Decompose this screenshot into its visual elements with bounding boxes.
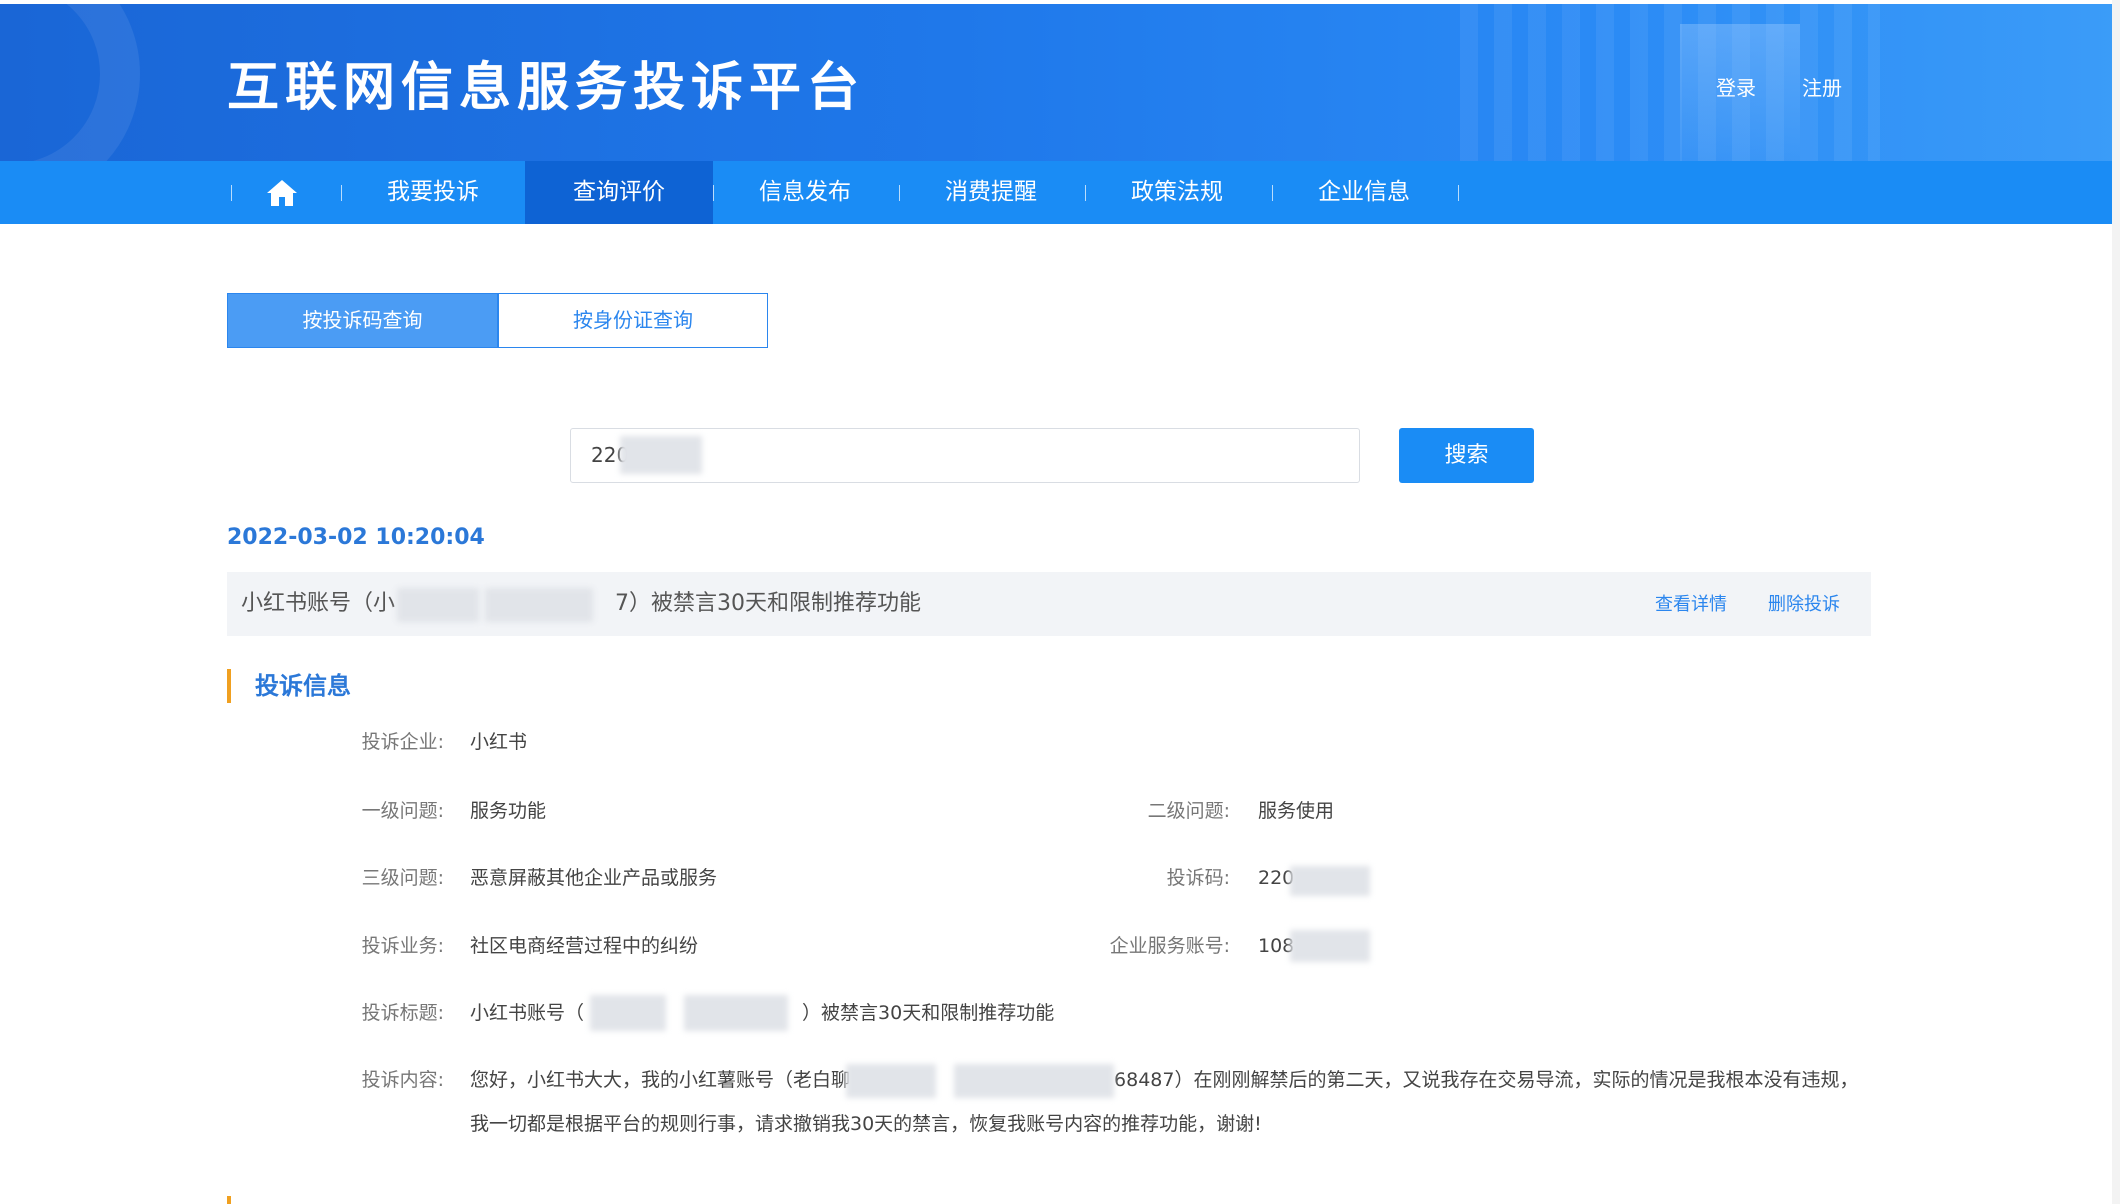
nav-item-query[interactable]: 查询评价	[525, 161, 713, 224]
redaction-blur	[954, 1064, 1114, 1098]
value-level3: 恶意屏蔽其他企业产品或服务	[470, 867, 718, 889]
delete-complaint-link[interactable]: 删除投诉	[1768, 592, 1840, 618]
label-level1: 一级问题:	[361, 800, 444, 822]
nav-separator	[231, 185, 232, 201]
value-content-line1-prefix: 您好，小红书大大，我的小红薯账号（老白聊	[470, 1069, 851, 1091]
nav-item-complain[interactable]: 我要投诉	[357, 161, 509, 224]
nav-item-policy[interactable]: 政策法规	[1101, 161, 1253, 224]
result-title-suffix: 7）被禁言30天和限制推荐功能	[615, 591, 922, 616]
value-content-line1-suffix: 68487）在刚刚解禁后的第二天，又说我存在交易导流，实际的情况是我根本没有违规…	[1114, 1069, 1859, 1091]
redaction-blur	[684, 995, 788, 1031]
label-business: 投诉业务:	[361, 935, 444, 957]
label-company: 投诉企业:	[361, 731, 444, 753]
nav-separator	[1458, 185, 1459, 201]
register-link[interactable]: 注册	[1802, 74, 1842, 102]
view-detail-link[interactable]: 查看详情	[1655, 592, 1727, 618]
site-title: 互联网信息服务投诉平台	[227, 58, 866, 118]
value-content-line2: 我一切都是根据平台的规则行事，请求撤销我30天的禁言，恢复我账号内容的推荐功能，…	[470, 1113, 1262, 1135]
label-account: 企业服务账号:	[1109, 935, 1230, 957]
main-nav: 我要投诉 查询评价 信息发布 消费提醒 政策法规 企业信息	[0, 161, 2120, 224]
nav-item-consumer-alert[interactable]: 消费提醒	[915, 161, 1067, 224]
redaction-blur	[397, 588, 479, 622]
value-subject-prefix: 小红书账号（	[470, 1002, 585, 1024]
home-icon[interactable]	[265, 178, 299, 208]
label-subject: 投诉标题:	[361, 1002, 444, 1024]
value-level1: 服务功能	[470, 800, 547, 822]
redaction-blur	[846, 1064, 936, 1098]
nav-separator	[713, 185, 714, 201]
result-title-bar[interactable]: 小红书账号（小 7）被禁言30天和限制推荐功能 查看详情 删除投诉	[227, 572, 1871, 636]
redaction-blur	[620, 436, 702, 474]
nav-separator	[1272, 185, 1273, 201]
redaction-blur	[1290, 866, 1370, 896]
nav-separator	[899, 185, 900, 201]
result-timestamp: 2022-03-02 10:20:04	[227, 525, 485, 550]
value-company: 小红书	[470, 731, 528, 753]
redaction-blur	[485, 588, 593, 622]
result-title-prefix: 小红书账号（小	[241, 591, 396, 616]
page-scrollbar[interactable]	[2112, 0, 2120, 1204]
value-code: 220	[1258, 867, 1295, 889]
nav-item-info-release[interactable]: 信息发布	[729, 161, 881, 224]
header-banner: 互联网信息服务投诉平台 登录 注册	[0, 4, 2120, 161]
redaction-blur	[590, 995, 666, 1031]
label-level3: 三级问题:	[361, 867, 444, 889]
nav-separator	[341, 185, 342, 201]
label-level2: 二级问题:	[1147, 800, 1230, 822]
label-code: 投诉码:	[1166, 867, 1230, 889]
tab-query-by-code[interactable]: 按投诉码查询	[227, 293, 498, 348]
nav-separator	[1085, 185, 1086, 201]
banner-decoration	[0, 4, 140, 161]
section-heading-complaint-info: 投诉信息	[227, 669, 351, 703]
redaction-blur	[1290, 930, 1370, 962]
tab-query-by-id[interactable]: 按身份证查询	[498, 293, 768, 348]
value-subject-suffix: ）被禁言30天和限制推荐功能	[802, 1002, 1055, 1024]
value-content-line1: 您好，小红书大大，我的小红薯账号（老白聊 68487）在刚刚解禁后的第二天，又说我…	[470, 1066, 1858, 1094]
section-heading-next	[227, 1196, 427, 1204]
nav-item-company-info[interactable]: 企业信息	[1288, 161, 1440, 224]
search-button[interactable]: 搜索	[1399, 428, 1534, 483]
label-content: 投诉内容:	[361, 1069, 444, 1091]
value-level2: 服务使用	[1258, 800, 1335, 822]
value-account: 108	[1258, 935, 1295, 957]
value-business: 社区电商经营过程中的纠纷	[470, 935, 699, 957]
login-link[interactable]: 登录	[1716, 74, 1756, 102]
